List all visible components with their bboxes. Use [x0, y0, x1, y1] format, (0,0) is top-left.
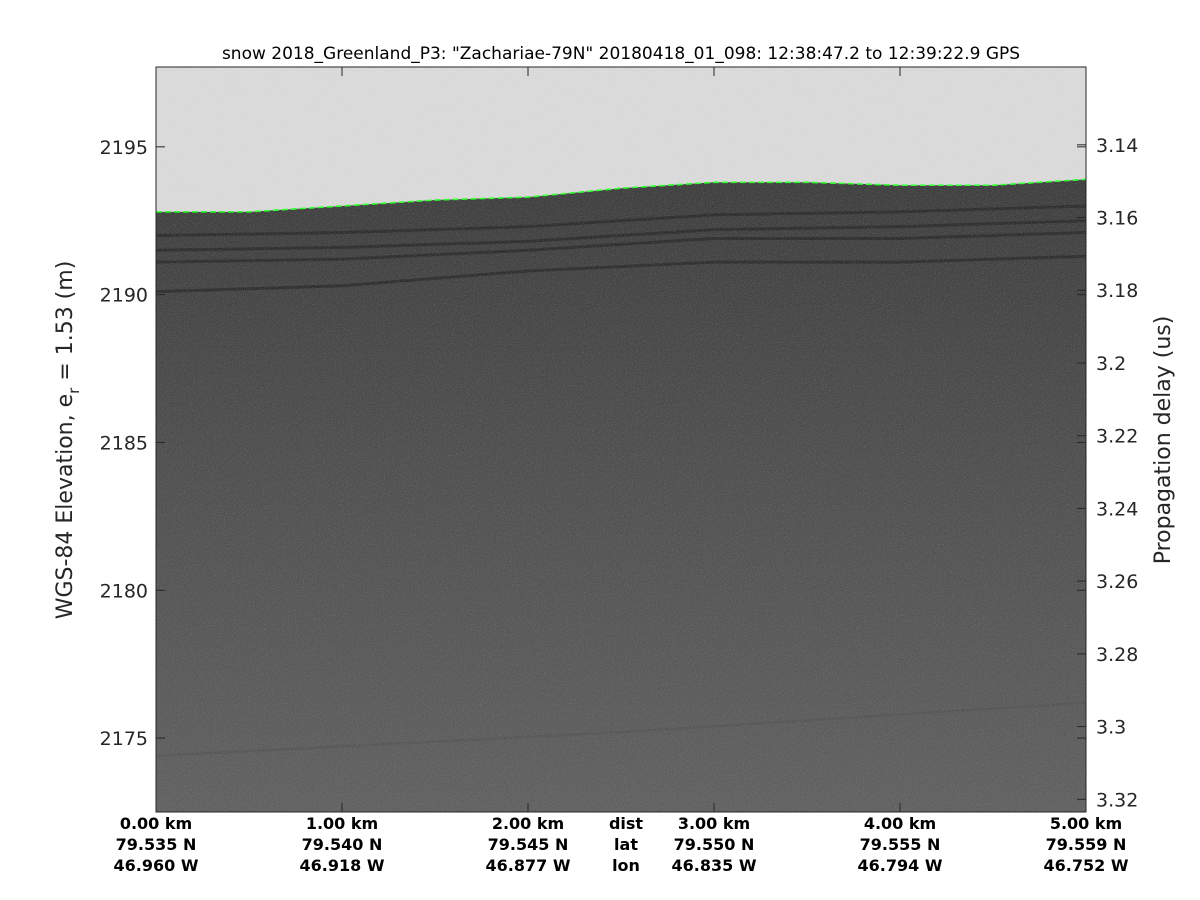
lon-label: 46.794 W	[858, 856, 943, 875]
y2-axis-label: Propagation delay (us)	[1151, 316, 1176, 565]
lon-label: 46.918 W	[300, 856, 385, 875]
y-tick-label: 2195	[100, 137, 148, 159]
lon-label: 46.960 W	[114, 856, 199, 875]
lat-label: 79.545 N	[488, 835, 569, 854]
y-tick-label: 2175	[100, 728, 148, 750]
y-tick-label: 2180	[100, 580, 148, 602]
y2-tick-label: 3.14	[1096, 135, 1138, 157]
lon-label: 46.752 W	[1044, 856, 1129, 875]
y2-tick-label: 3.22	[1096, 426, 1138, 448]
speckle-noise	[156, 67, 1086, 812]
y-axis-label: WGS-84 Elevation, er = 1.53 (m)	[53, 261, 83, 620]
dist-label: 2.00 km	[492, 814, 564, 833]
y2-tick-label: 3.28	[1096, 644, 1138, 666]
dist-label: 3.00 km	[678, 814, 750, 833]
dist-label: 1.00 km	[306, 814, 378, 833]
y2-tick-label: 3.2	[1096, 353, 1126, 375]
y2-tick-label: 3.3	[1096, 717, 1126, 739]
y2-tick-label: 3.24	[1096, 498, 1138, 520]
y-tick-label: 2190	[100, 285, 148, 307]
lat-row-key: lat	[614, 835, 638, 854]
y2-tick-label: 3.32	[1096, 789, 1138, 811]
lon-row-key: lon	[612, 856, 640, 875]
y2-tick-label: 3.26	[1096, 571, 1138, 593]
lat-label: 79.535 N	[116, 835, 197, 854]
radar-echogram-figure: snow 2018_Greenland_P3: "Zachariae-79N" …	[53, 44, 1176, 875]
lon-label: 46.877 W	[486, 856, 571, 875]
y-tick-label: 2185	[100, 432, 148, 454]
lon-label: 46.835 W	[672, 856, 757, 875]
dist-label: 4.00 km	[864, 814, 936, 833]
y2-tick-label: 3.18	[1096, 280, 1138, 302]
lat-label: 79.559 N	[1046, 835, 1127, 854]
dist-label: 0.00 km	[120, 814, 192, 833]
echogram-plot-area	[156, 67, 1086, 812]
lat-label: 79.555 N	[860, 835, 941, 854]
bottom-label-rows: 0.00 km 1.00 km 2.00 km 3.00 km 4.00 km 5.00 …	[114, 814, 1129, 875]
dist-label: 5.00 km	[1050, 814, 1122, 833]
dist-row-key: dist	[609, 814, 643, 833]
y2-tick-label: 3.16	[1096, 208, 1138, 230]
lat-label: 79.540 N	[302, 835, 383, 854]
chart-title: snow 2018_Greenland_P3: "Zachariae-79N" …	[222, 44, 1020, 64]
lat-label: 79.550 N	[674, 835, 755, 854]
